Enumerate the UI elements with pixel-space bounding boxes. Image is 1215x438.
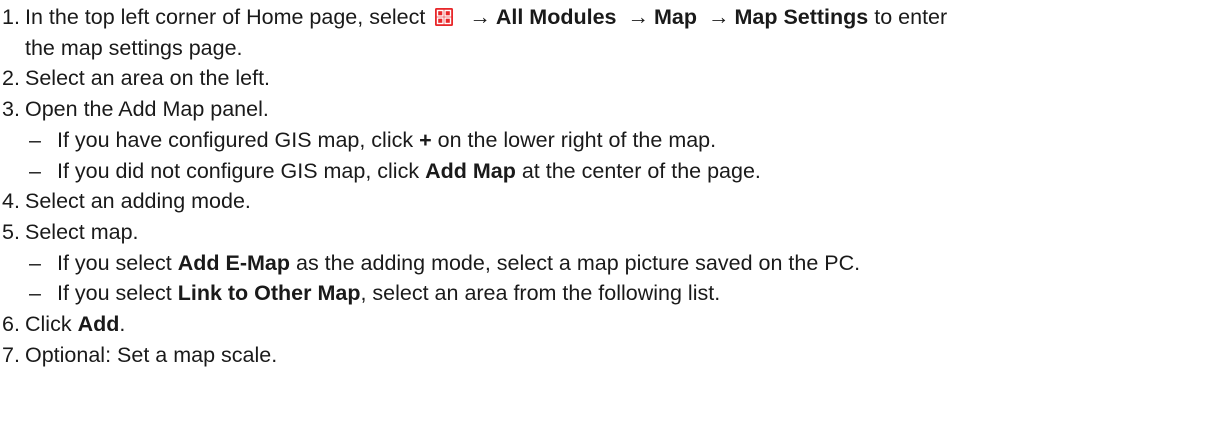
step-3: 3. Open the Add Map panel. xyxy=(0,94,1215,125)
step-text: Click xyxy=(25,312,72,337)
sub-text: If you did not configure GIS map, click xyxy=(57,158,420,183)
step-text: . xyxy=(119,312,126,337)
step-number: 7. xyxy=(2,342,20,367)
sub-text: as the adding mode, select a map picture… xyxy=(295,250,861,275)
step-4: 4. Select an adding mode. xyxy=(0,186,1215,217)
sub-text: If you select xyxy=(57,281,172,306)
step-number: 2. xyxy=(2,66,20,91)
arrow-glyph: → xyxy=(627,5,649,29)
step-number: 5. xyxy=(2,219,20,244)
step-3-sub-2: – If you did not configure GIS map, clic… xyxy=(0,156,1215,187)
step-text: In the top left corner of Home page, sel… xyxy=(25,5,426,29)
step-text: to enter xyxy=(874,5,948,29)
step-2: 2. Select an area on the left. xyxy=(0,63,1215,94)
step-number: 3. xyxy=(2,97,20,122)
instruction-document: 1. In the top left corner of Home page, … xyxy=(0,0,1215,370)
modules-grid-icon xyxy=(435,8,454,26)
dash-bullet: – xyxy=(29,250,41,275)
step-text: Optional: Set a map scale. xyxy=(25,342,278,367)
step-text: Select an area on the left. xyxy=(25,66,271,91)
arrow-glyph: → xyxy=(707,5,730,29)
bold-map-settings: Map Settings xyxy=(734,5,869,29)
step-number: 1. xyxy=(2,5,20,29)
bold-add: Add xyxy=(77,312,120,337)
step-5-sub-1: – If you select Add E-Map as the adding … xyxy=(0,248,1215,279)
bold-plus: + xyxy=(419,127,432,152)
step-text: Open the Add Map panel. xyxy=(25,97,269,122)
step-number: 6. xyxy=(2,312,20,337)
sub-text: If you select xyxy=(57,250,172,275)
step-5-sub-2: – If you select Link to Other Map, selec… xyxy=(0,278,1215,309)
bold-all-modules: All Modules xyxy=(495,5,617,29)
step-text: Select an adding mode. xyxy=(25,189,251,214)
sub-text: If you have configured GIS map, click xyxy=(57,127,414,152)
bold-link-to-other-map: Link to Other Map xyxy=(177,281,361,306)
dash-bullet: – xyxy=(29,127,41,152)
bold-add-map: Add Map xyxy=(425,158,516,183)
bold-map: Map xyxy=(653,5,697,29)
step-7: 7. Optional: Set a map scale. xyxy=(0,340,1215,371)
arrow-glyph: → xyxy=(469,5,491,29)
dash-bullet: – xyxy=(29,281,41,306)
sub-text: on the lower right of the map. xyxy=(437,127,717,152)
dash-bullet: – xyxy=(29,158,41,183)
step-5: 5. Select map. xyxy=(0,217,1215,248)
sub-text: , select an area from the following list… xyxy=(360,281,721,306)
step-text: Select map. xyxy=(25,219,139,244)
step-3-sub-1: – If you have configured GIS map, click … xyxy=(0,125,1215,156)
step-1: 1. In the top left corner of Home page, … xyxy=(0,2,1215,63)
step-number: 4. xyxy=(2,189,20,214)
step-6: 6. Click Add. xyxy=(0,309,1215,340)
bold-add-e-map: Add E-Map xyxy=(177,250,290,275)
sub-text: at the center of the page. xyxy=(521,158,761,183)
step-text: the map settings page. xyxy=(25,35,243,60)
